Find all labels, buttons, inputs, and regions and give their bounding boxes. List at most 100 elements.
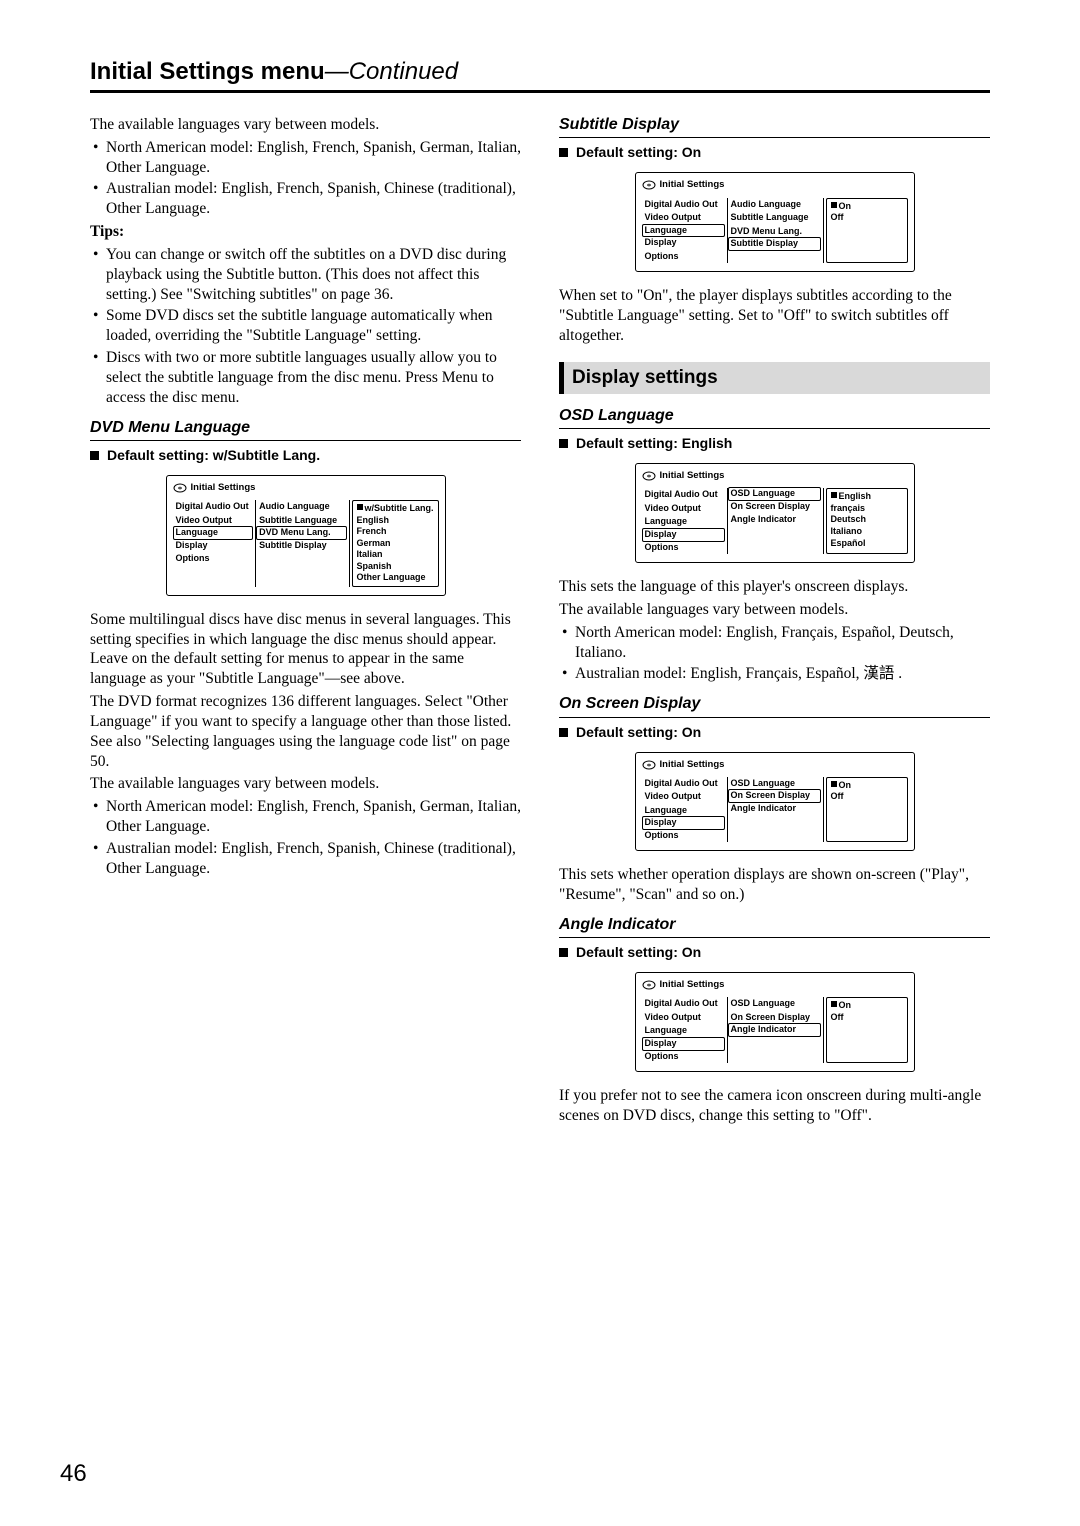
osd-mid-col: OSD Language On Screen Display Angle Ind… (728, 997, 824, 1063)
osd-title: Initial Settings (173, 482, 439, 494)
left-column: The available languages vary between mod… (90, 115, 521, 1129)
square-bullet-icon (90, 451, 99, 460)
osd-nav-item-selected: Display (642, 816, 725, 830)
osd-nav-item-selected: Display (642, 1037, 725, 1051)
osd-mid-item-selected: On Screen Display (728, 789, 821, 803)
body-text: If you prefer not to see the camera icon… (559, 1086, 990, 1126)
osd-title: Initial Settings (642, 759, 908, 771)
list-item: Australian model: English, Français, Esp… (559, 664, 990, 684)
subtitle-display-heading: Subtitle Display (559, 115, 990, 138)
default-text: Default setting: On (576, 144, 701, 160)
default-text: Default setting: English (576, 435, 732, 451)
osd-nav-item: Digital Audio Out (642, 997, 727, 1011)
osd-nav-item-selected: Language (173, 526, 254, 540)
osd-mid-item-selected: OSD Language (728, 487, 821, 501)
list-item: North American model: English, French, S… (90, 797, 521, 837)
osd-opt-col: English français Deutsch Italiano Españo… (826, 488, 908, 554)
osd-nav-item: Options (173, 552, 256, 566)
osd-nav-item: Display (642, 236, 727, 250)
osd-option-selected: On (830, 1000, 904, 1012)
list-item: Australian model: English, French, Spani… (90, 839, 521, 879)
osd-nav-item-selected: Display (642, 528, 725, 542)
model-list: North American model: English, French, S… (90, 138, 521, 219)
selected-marker-icon (831, 202, 837, 208)
osd-opt-col: On Off (826, 777, 908, 843)
osd-dvd-menu-language: Initial Settings Digital Audio Out Video… (166, 475, 446, 596)
osd-option: English (356, 515, 435, 527)
osd-mid-item: Subtitle Display (256, 539, 348, 553)
default-setting-line: Default setting: English (559, 435, 990, 453)
display-settings-section: Display settings (559, 362, 990, 394)
osd-nav-item: Digital Audio Out (173, 500, 256, 514)
osd-title-text: Initial Settings (660, 759, 725, 771)
body-text: When set to "On", the player displays su… (559, 286, 990, 345)
osd-nav-item-selected: Language (642, 224, 725, 238)
list-item: Australian model: English, French, Spani… (90, 179, 521, 219)
osd-mid-col: Audio Language Subtitle Language DVD Men… (728, 198, 824, 264)
osd-mid-item: On Screen Display (728, 1011, 823, 1025)
default-setting-line: Default setting: On (559, 944, 990, 962)
osd-option: français (830, 503, 904, 515)
osd-title-text: Initial Settings (660, 179, 725, 191)
osd-option-selected: On (830, 780, 904, 792)
selected-marker-icon (357, 504, 363, 510)
header-title: Initial Settings menu (90, 58, 325, 85)
osd-mid-item: Subtitle Language (256, 514, 348, 528)
osd-language-heading: OSD Language (559, 406, 990, 429)
body-text: The available languages vary between mod… (90, 774, 521, 794)
osd-option-selected: English (830, 491, 904, 503)
default-setting-line: Default setting: On (559, 724, 990, 742)
osd-nav-item: Digital Audio Out (642, 488, 727, 502)
right-column: Subtitle Display Default setting: On Ini… (559, 115, 990, 1129)
list-item: North American model: English, Français,… (559, 623, 990, 663)
tips-label: Tips: (90, 222, 521, 242)
square-bullet-icon (559, 948, 568, 957)
osd-mid-item-selected: DVD Menu Lang. (256, 526, 346, 540)
default-setting-line: Default setting: w/Subtitle Lang. (90, 447, 521, 465)
body-text: This sets whether operation displays are… (559, 865, 990, 905)
osd-option-label: English (839, 491, 872, 501)
disc-icon (642, 980, 656, 990)
osd-mid-item-selected: Angle Indicator (728, 1023, 821, 1037)
body-text: This sets the language of this player's … (559, 577, 990, 597)
header-continued: —Continued (325, 58, 458, 85)
osd-on-screen-display: Initial Settings Digital Audio Out Video… (635, 752, 915, 852)
osd-mid-item-selected: Subtitle Display (728, 237, 821, 251)
angle-indicator-heading: Angle Indicator (559, 915, 990, 938)
osd-nav-item: Options (642, 829, 727, 843)
list-item: Discs with two or more subtitle language… (90, 348, 521, 407)
osd-title-text: Initial Settings (191, 482, 256, 494)
square-bullet-icon (559, 439, 568, 448)
square-bullet-icon (559, 728, 568, 737)
dvd-menu-language-heading: DVD Menu Language (90, 418, 521, 441)
osd-mid-item: Angle Indicator (728, 513, 823, 527)
osd-option: Italian (356, 549, 435, 561)
osd-option: Off (830, 791, 904, 803)
square-bullet-icon (559, 148, 568, 157)
default-text: Default setting: On (576, 944, 701, 960)
osd-angle-indicator: Initial Settings Digital Audio Out Video… (635, 972, 915, 1072)
selected-marker-icon (831, 781, 837, 787)
selected-marker-icon (831, 1001, 837, 1007)
body-text: The available languages vary between mod… (559, 600, 990, 620)
osd-nav-col: Digital Audio Out Video Output Language … (173, 500, 257, 587)
osd-mid-item: Angle Indicator (728, 802, 823, 816)
tips-list: You can change or switch off the subtitl… (90, 245, 521, 408)
osd-nav-col: Digital Audio Out Video Output Language … (642, 198, 728, 264)
osd-mid-item: Audio Language (728, 198, 823, 212)
list-item: Some DVD discs set the subtitle language… (90, 306, 521, 346)
osd-nav-item: Language (642, 515, 727, 529)
osd-option-label: On (839, 780, 852, 790)
osd-nav-item: Options (642, 541, 727, 555)
osd-mid-item: OSD Language (728, 777, 823, 791)
osd-option-selected: w/Subtitle Lang. (356, 503, 435, 515)
osd-option: Off (830, 1012, 904, 1024)
osd-option: Off (830, 212, 904, 224)
model-list: North American model: English, Français,… (559, 623, 990, 684)
osd-nav-item: Options (642, 1050, 727, 1064)
osd-nav-item: Video Output (642, 1011, 727, 1025)
osd-mid-item: Subtitle Language (728, 211, 823, 225)
default-text: Default setting: On (576, 724, 701, 740)
page-number: 46 (60, 1460, 87, 1488)
osd-option-label: On (839, 201, 852, 211)
